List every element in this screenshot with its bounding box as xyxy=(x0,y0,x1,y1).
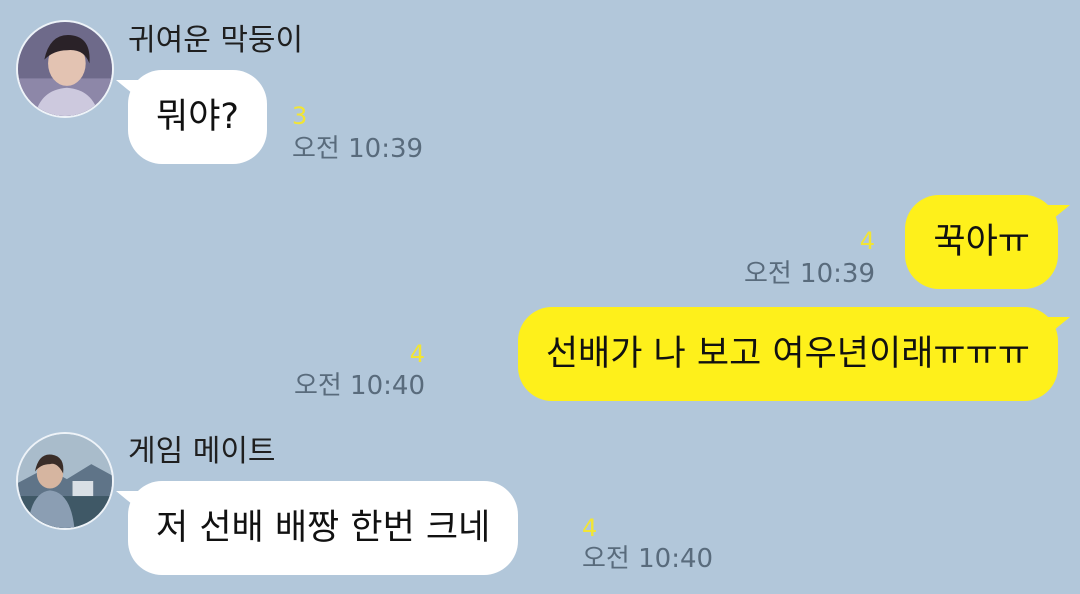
outgoing-message-bubble[interactable]: 선배가 나 보고 여우년이래ㅠㅠㅠ xyxy=(517,307,1071,401)
profile-photo-icon xyxy=(18,434,112,528)
profile-photo-icon xyxy=(18,22,112,116)
incoming-message-bubble[interactable]: 저 선배 배짱 한번 크네 xyxy=(115,481,519,575)
sender-avatar[interactable] xyxy=(16,432,114,530)
unread-count: 3 xyxy=(292,102,308,130)
sender-name: 귀여운 막둥이 xyxy=(128,23,304,58)
message-timestamp: 오전 10:40 xyxy=(582,544,714,574)
outgoing-message-bubble[interactable]: 꾹아ㅠ xyxy=(905,195,1070,289)
message-timestamp: 오전 10:40 xyxy=(293,371,425,401)
message-timestamp: 오전 10:39 xyxy=(743,259,875,289)
incoming-message-bubble[interactable]: 뭐야? xyxy=(116,70,267,164)
message-timestamp: 오전 10:39 xyxy=(292,134,424,164)
sender-avatar[interactable] xyxy=(16,20,114,118)
sender-name: 게임 메이트 xyxy=(128,434,276,469)
unread-count: 4 xyxy=(409,340,425,368)
unread-count: 4 xyxy=(859,227,875,255)
unread-count: 4 xyxy=(582,514,598,542)
